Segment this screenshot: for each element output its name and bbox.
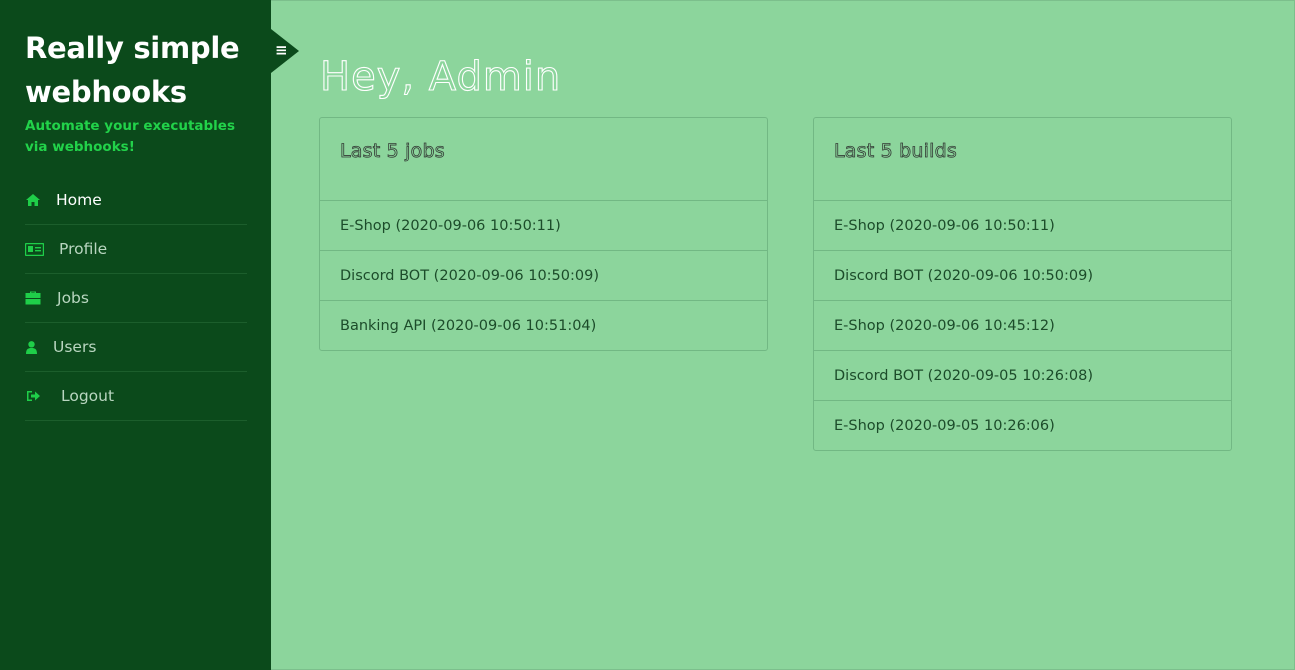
sidebar-item-home[interactable]: Home xyxy=(25,176,247,225)
builds-card: Last 5 builds E-Shop (2020-09-06 10:50:1… xyxy=(813,117,1232,451)
sidebar-item-label: Profile xyxy=(59,240,108,258)
list-item[interactable]: E-Shop (2020-09-06 10:50:11) xyxy=(814,201,1231,251)
sign-out-icon xyxy=(25,389,41,403)
list-item[interactable]: Discord BOT (2020-09-06 10:50:09) xyxy=(814,251,1231,301)
menu-icon: ≡ xyxy=(275,41,288,59)
sidebar-item-profile[interactable]: Profile xyxy=(25,225,247,274)
sidebar-item-label: Jobs xyxy=(57,289,89,307)
sidebar-item-label: Users xyxy=(53,338,97,356)
sidebar-item-label: Logout xyxy=(61,387,115,405)
jobs-card: Last 5 jobs E-Shop (2020-09-06 10:50:11)… xyxy=(319,117,768,351)
brand-subtitle: Automate your executables via webhooks! xyxy=(25,118,235,155)
list-item[interactable]: E-Shop (2020-09-05 10:26:06) xyxy=(814,401,1231,450)
sidebar-item-jobs[interactable]: Jobs xyxy=(25,274,247,323)
list-item[interactable]: Banking API (2020-09-06 10:51:04) xyxy=(320,301,767,350)
page-title: Hey, Admin xyxy=(319,53,562,100)
card-title: Last 5 jobs xyxy=(340,140,445,163)
list-item[interactable]: Discord BOT (2020-09-06 10:50:09) xyxy=(320,251,767,301)
sidebar-item-label: Home xyxy=(56,191,102,209)
sidebar-item-users[interactable]: Users xyxy=(25,323,247,372)
card-header: Last 5 jobs xyxy=(320,118,767,201)
card-header: Last 5 builds xyxy=(814,118,1231,201)
brand-title: Really simple webhooks xyxy=(25,31,240,109)
sidebar-nav: Home Profile Jobs Users Logout xyxy=(25,176,247,421)
list-item[interactable]: Discord BOT (2020-09-05 10:26:08) xyxy=(814,351,1231,401)
id-card-icon xyxy=(25,242,44,256)
list-item[interactable]: E-Shop (2020-09-06 10:50:11) xyxy=(320,201,767,251)
briefcase-icon xyxy=(25,291,41,305)
card-title: Last 5 builds xyxy=(834,140,958,163)
user-icon xyxy=(25,340,37,354)
home-icon xyxy=(25,193,41,207)
sidebar: Really simple webhooks Automate your exe… xyxy=(0,0,271,670)
sidebar-item-logout[interactable]: Logout xyxy=(25,372,247,421)
list-item[interactable]: E-Shop (2020-09-06 10:45:12) xyxy=(814,301,1231,351)
